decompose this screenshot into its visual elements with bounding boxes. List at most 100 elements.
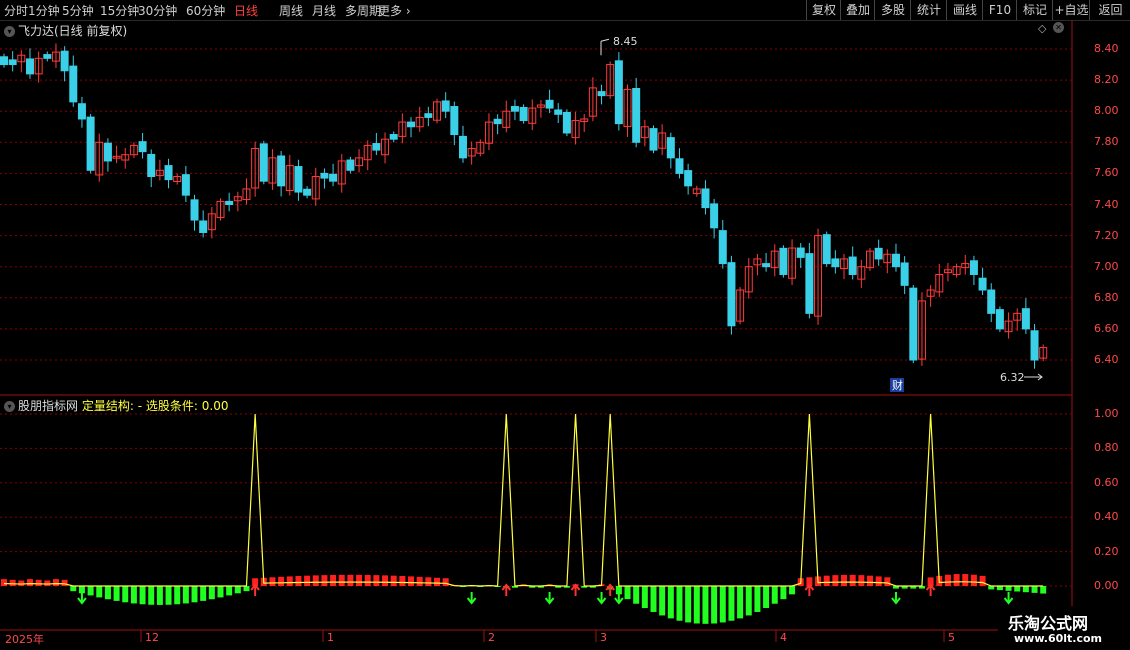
candle-body — [372, 143, 381, 151]
candle-body — [519, 106, 528, 122]
indicator-bar — [745, 586, 752, 616]
indicator-bar — [970, 574, 977, 586]
high-marker-label: 8.45 — [613, 35, 638, 48]
price-tick-label: 8.20 — [1094, 73, 1119, 87]
candle-body — [891, 253, 900, 268]
indicator-bar — [399, 576, 406, 586]
collapse-indicator-icon[interactable]: ▾ — [4, 401, 15, 412]
indicator-bar — [226, 586, 233, 596]
indicator-bar — [44, 580, 51, 586]
candle-body — [909, 287, 918, 361]
collapse-icon[interactable]: ▾ — [4, 26, 15, 37]
candle-body — [329, 173, 338, 182]
indicator-bar — [321, 575, 328, 586]
indicator-tick-label: 0.00 — [1094, 579, 1119, 592]
indicator-bar — [382, 575, 389, 586]
finance-event-label: 财 — [892, 378, 903, 392]
candle-body — [8, 59, 17, 66]
candle-body — [545, 99, 554, 109]
indicator-tick-label: 0.80 — [1094, 441, 1119, 455]
indicator-bar — [122, 586, 129, 603]
candle-body — [562, 111, 571, 134]
candle-body — [60, 50, 69, 72]
indicator-bar — [711, 586, 718, 624]
indicator-name: 定量结构: - — [81, 399, 143, 413]
indicator-bar — [113, 586, 120, 601]
indicator-bar — [737, 586, 744, 619]
indicator-bars — [1, 574, 1047, 624]
price-tick-label: 7.60 — [1094, 166, 1119, 180]
date-tick-label: 2025年 — [5, 633, 44, 646]
candle-body — [614, 60, 623, 125]
indicator-bar — [139, 586, 146, 605]
candle-body — [458, 135, 467, 159]
candle-body — [346, 159, 355, 171]
indicator-bar — [1, 579, 7, 586]
indicator-bar — [676, 586, 683, 621]
close-panel-icon[interactable]: ✕ — [1053, 22, 1064, 33]
indicator-bar — [858, 575, 865, 586]
indicator-bar — [364, 574, 371, 586]
chart-canvas: 8.45 6.32 财 — [0, 20, 1130, 642]
indicator-bar — [763, 586, 770, 609]
candle-body — [848, 256, 857, 275]
indicator-bar — [1005, 586, 1012, 591]
indicator-bar — [278, 576, 285, 586]
price-tick-label: 6.60 — [1094, 321, 1119, 335]
candle-body — [493, 118, 502, 125]
date-tick-label: 2 — [488, 631, 495, 644]
indicator-bar — [87, 586, 94, 596]
indicator-bar — [373, 575, 380, 586]
candle-body — [987, 289, 996, 314]
candle-body — [77, 103, 86, 120]
signal-line-path — [3, 413, 1044, 587]
candle-body — [450, 106, 459, 136]
indicator-bar — [702, 586, 709, 624]
indicator-bar — [330, 574, 337, 586]
candle-body — [666, 137, 675, 159]
indicator-bar — [728, 586, 735, 621]
indicator-bar — [26, 579, 33, 586]
indicator-bar — [390, 575, 397, 586]
candle-body — [69, 65, 78, 103]
candle-body — [554, 109, 563, 115]
candle-body — [701, 188, 710, 209]
candle-body — [294, 166, 303, 193]
indicator-bar — [667, 586, 674, 619]
indicator-bar — [1040, 586, 1047, 594]
indicator-bar — [182, 586, 189, 604]
indicator-bar — [408, 576, 415, 586]
date-tick-label: 5 — [948, 631, 955, 644]
indicator-bar — [9, 579, 16, 586]
candle-body — [320, 172, 329, 179]
indicator-bar — [61, 579, 68, 586]
indicator-bar — [849, 574, 856, 586]
candle-body — [138, 141, 147, 153]
candle-body — [181, 174, 190, 196]
indicator-bar — [780, 586, 787, 600]
indicator-tick-label: 0.20 — [1094, 544, 1119, 558]
indicator-bar — [156, 586, 163, 605]
price-tick-label: 6.40 — [1094, 353, 1119, 366]
indicator-bar — [1022, 586, 1029, 593]
indicator-bar — [641, 586, 648, 609]
indicator-bar — [624, 586, 631, 600]
indicator-bar — [234, 586, 241, 594]
indicator-bar — [130, 586, 137, 604]
indicator-bar — [979, 575, 986, 586]
candle-body — [632, 87, 641, 143]
candle-body — [969, 260, 978, 275]
price-tick-label: 6.80 — [1094, 290, 1119, 304]
indicator-bar — [338, 574, 345, 586]
candle-body — [86, 116, 95, 171]
indicator-bar — [208, 586, 215, 600]
candle-body — [822, 234, 831, 265]
price-tick-label: 7.00 — [1094, 259, 1119, 273]
candle-body — [441, 100, 450, 112]
indicator-bar — [650, 586, 657, 612]
indicator-bar — [286, 576, 293, 586]
indicator-bar — [944, 574, 951, 586]
diamond-icon[interactable]: ◇ — [1038, 22, 1046, 35]
indicator-bar — [70, 586, 77, 592]
candle-body — [874, 247, 883, 260]
